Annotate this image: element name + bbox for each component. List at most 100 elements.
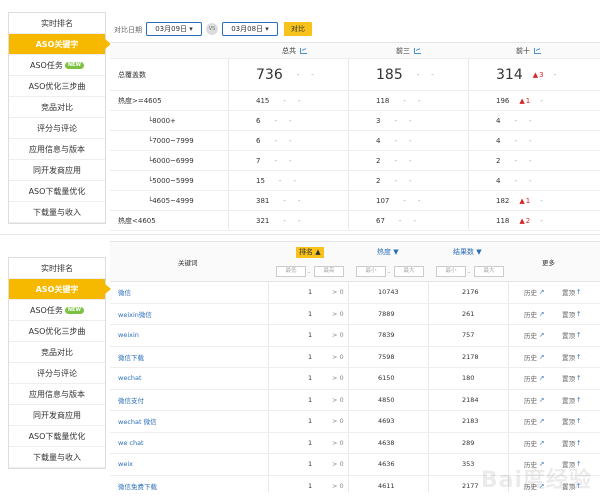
change-value: 2 bbox=[525, 216, 531, 225]
top10-count: 196 bbox=[496, 96, 510, 105]
history-link[interactable]: 历史 ↗ bbox=[524, 282, 544, 303]
sidebar-item[interactable]: 评分与评论 bbox=[9, 363, 105, 384]
header-top3: 前三 bbox=[396, 46, 410, 55]
heat-max-input[interactable]: 最大 bbox=[394, 266, 424, 277]
pin-top-link[interactable]: 置顶 ↑ bbox=[562, 304, 581, 325]
sidebar-item[interactable]: ASO下载量优化 bbox=[9, 426, 105, 447]
results-max-input[interactable]: 最大 bbox=[474, 266, 504, 277]
sidebar-item[interactable]: 竞品对比 bbox=[9, 342, 105, 363]
top10-count: 4 bbox=[496, 116, 501, 125]
sidebar-item[interactable]: 评分与评论 bbox=[9, 118, 105, 139]
sidebar-item[interactable]: 实时排名 bbox=[9, 258, 105, 279]
heat-value: 7598 bbox=[378, 352, 395, 361]
keyword-link[interactable]: 微信下载 bbox=[118, 347, 144, 368]
sidebar-item[interactable]: 下载量与收入 bbox=[9, 447, 105, 468]
keyword-row: wechat 1 > 0 6150 180 历史 ↗ 置顶 ↑ bbox=[110, 368, 600, 390]
date2-select[interactable]: 03月08日 ▾ bbox=[222, 22, 278, 36]
keyword-link[interactable]: 微信 bbox=[118, 282, 131, 303]
sidebar-item[interactable]: 同开发商应用 bbox=[9, 160, 105, 181]
rank-min-input[interactable]: 最低 bbox=[276, 266, 306, 277]
keyword-link[interactable]: wechat bbox=[118, 368, 142, 389]
history-link[interactable]: 历史 ↗ bbox=[524, 390, 544, 411]
keyword-link[interactable]: weixin bbox=[118, 325, 139, 346]
keyword-link[interactable]: 微信支付 bbox=[118, 390, 144, 411]
sort-rank-button[interactable]: 排名 ▲ bbox=[296, 247, 324, 258]
sidebar-item[interactable]: 竞品对比 bbox=[9, 97, 105, 118]
rank-change: > 0 bbox=[332, 417, 344, 426]
total-count: 15 bbox=[256, 176, 265, 185]
rank-max-input[interactable]: 最高 bbox=[314, 266, 344, 277]
rank-value: 1 bbox=[308, 288, 313, 297]
keyword-link[interactable]: weix bbox=[118, 454, 133, 475]
pin-top-link[interactable]: 置顶 ↑ bbox=[562, 390, 581, 411]
keyword-link[interactable]: weixin微信 bbox=[118, 304, 152, 325]
history-link[interactable]: 历史 ↗ bbox=[524, 304, 544, 325]
keyword-link[interactable]: wechat 微信 bbox=[118, 411, 157, 432]
heat-min-input[interactable]: 最小 bbox=[356, 266, 386, 277]
sidebar-item[interactable]: ASO任务 NEW bbox=[9, 300, 105, 321]
rank-change: > 0 bbox=[332, 288, 344, 297]
total-count: 6 bbox=[256, 116, 261, 125]
history-link[interactable]: 历史 ↗ bbox=[524, 411, 544, 432]
sidebar: 实时排名 ASO关键字 ASO任务 NEW ASO优化三步曲 竞品对比 评分与评论 应用信息与… bbox=[8, 12, 111, 224]
rank-change: > 0 bbox=[332, 481, 344, 490]
heat-range-label: └8000+ bbox=[148, 116, 176, 125]
sidebar-item[interactable]: 实时排名 bbox=[9, 13, 105, 34]
total-count: 381 bbox=[256, 196, 270, 205]
rank-change: > 0 bbox=[332, 309, 344, 318]
results-min-input[interactable]: 最小 bbox=[436, 266, 466, 277]
sidebar-item[interactable]: 应用信息与版本 bbox=[9, 139, 105, 160]
sidebar-item[interactable]: 应用信息与版本 bbox=[9, 384, 105, 405]
heat-value: 4611 bbox=[378, 481, 395, 490]
arrow-up-icon: ↑ bbox=[576, 395, 582, 404]
sidebar-item[interactable]: 同开发商应用 bbox=[9, 405, 105, 426]
trend-chart-icon: ↗ bbox=[539, 438, 545, 447]
sidebar-item[interactable]: ASO任务 NEW bbox=[9, 55, 105, 76]
vs-badge: VS bbox=[206, 23, 218, 35]
trend-chart-icon[interactable] bbox=[414, 47, 421, 54]
pin-top-link[interactable]: 置顶 ↑ bbox=[562, 282, 581, 303]
top3-count: 118 bbox=[376, 96, 390, 105]
heat-value: 7839 bbox=[378, 331, 395, 340]
sidebar-item[interactable]: ASO关键字 bbox=[9, 34, 111, 55]
arrow-up-icon: ↑ bbox=[576, 374, 582, 383]
compare-date-label: 对比日期 bbox=[114, 26, 142, 34]
keyword-link[interactable]: 微信免费下载 bbox=[118, 476, 157, 496]
coverage-row: 热度>=4605 415- -118- -196 ▲ 1- bbox=[110, 91, 600, 111]
history-link[interactable]: 历史 ↗ bbox=[524, 325, 544, 346]
pin-top-link[interactable]: 置顶 ↑ bbox=[562, 368, 581, 389]
trend-chart-icon[interactable] bbox=[534, 47, 541, 54]
pin-top-link[interactable]: 置顶 ↑ bbox=[562, 433, 581, 454]
sidebar-item[interactable]: 下载量与收入 bbox=[9, 202, 105, 223]
history-link[interactable]: 历史 ↗ bbox=[524, 433, 544, 454]
keyword-row: wechat 微信 1 > 0 4693 2183 历史 ↗ 置顶 ↑ bbox=[110, 411, 600, 433]
sidebar-item[interactable]: ASO优化三步曲 bbox=[9, 76, 105, 97]
pin-top-link[interactable]: 置顶 ↑ bbox=[562, 325, 581, 346]
trend-chart-icon: ↗ bbox=[539, 352, 545, 361]
new-badge: NEW bbox=[64, 307, 84, 314]
top10-count: 314 bbox=[496, 66, 523, 83]
keyword-row: we chat 1 > 0 4638 289 历史 ↗ 置顶 ↑ bbox=[110, 433, 600, 454]
sidebar-item[interactable]: ASO优化三步曲 bbox=[9, 321, 105, 342]
date1-select[interactable]: 03月09日 ▾ bbox=[146, 22, 202, 36]
history-link[interactable]: 历史 ↗ bbox=[524, 368, 544, 389]
sort-results-button[interactable]: 结果数 ▼ bbox=[450, 247, 485, 258]
compare-button[interactable]: 对比 bbox=[284, 22, 312, 36]
header-keyword: 关键词 bbox=[178, 259, 198, 267]
results-value: 289 bbox=[462, 438, 475, 447]
sidebar-item[interactable]: ASO关键字 bbox=[9, 279, 111, 300]
sidebar-item[interactable]: ASO下载量优化 bbox=[9, 181, 105, 202]
rank-up-icon: ▲ bbox=[519, 196, 525, 205]
trend-chart-icon[interactable] bbox=[300, 47, 307, 54]
rank-value: 1 bbox=[308, 352, 313, 361]
history-link[interactable]: 历史 ↗ bbox=[524, 347, 544, 368]
sort-heat-button[interactable]: 热度 ▼ bbox=[374, 247, 402, 258]
rank-change: > 0 bbox=[332, 395, 344, 404]
heat-value: 4638 bbox=[378, 438, 395, 447]
keyword-row: 微信下载 1 > 0 7598 2178 历史 ↗ 置顶 ↑ bbox=[110, 347, 600, 368]
pin-top-link[interactable]: 置顶 ↑ bbox=[562, 347, 581, 368]
header-total: 总共 bbox=[282, 46, 296, 55]
keyword-link[interactable]: we chat bbox=[118, 433, 144, 454]
rank-value: 1 bbox=[308, 395, 313, 404]
pin-top-link[interactable]: 置顶 ↑ bbox=[562, 411, 581, 432]
